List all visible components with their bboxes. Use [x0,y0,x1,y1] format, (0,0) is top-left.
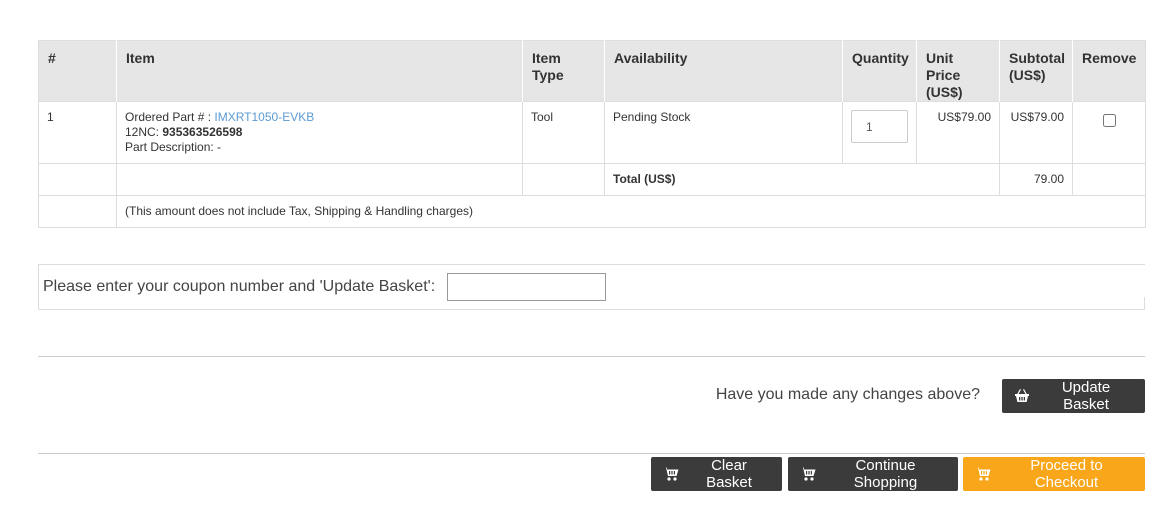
clear-basket-button[interactable]: Clear Basket [651,457,782,491]
header-subtotal: Subtotal (US$) [999,40,1073,102]
header-unit-price: Unit Price (US$) [916,40,1000,102]
coupon-input[interactable] [447,273,607,301]
charges-note: (This amount does not include Tax, Shipp… [116,195,1146,228]
ordered-part-label: Ordered Part # : [125,110,212,124]
header-remove: Remove [1072,40,1146,102]
row-subtotal: US$79.00 [999,101,1073,164]
total-value: 79.00 [999,163,1073,196]
coupon-label: Please enter your coupon number and 'Upd… [43,278,436,295]
cart-icon [663,467,679,481]
coupon-section: Please enter your coupon number and 'Upd… [38,264,1145,310]
total-label: Total (US$) [604,163,1000,196]
update-basket-label: Update Basket [1061,379,1111,413]
clear-basket-label: Clear Basket [706,457,752,491]
part-description: Part Description: - [125,140,222,154]
header-item: Item [116,40,523,102]
total-row: Total (US$) 79.00 [38,163,1146,196]
row-item-type: Tool [522,101,605,164]
nc-line: 12NC: 935363526598 [125,125,514,140]
table-header-row: # Item Item Type Availability Quantity U… [38,40,1146,102]
continue-shopping-button[interactable]: Continue Shopping [788,457,958,491]
note-row: (This amount does not include Tax, Shipp… [38,195,1146,228]
quantity-input[interactable] [851,110,908,143]
proceed-to-checkout-label: Proceed to Checkout [1030,457,1103,491]
row-num: 1 [38,101,117,164]
nc-label: 12NC: [125,125,160,139]
cart-icon [975,467,991,481]
table-row: 1 Ordered Part # : IMXRT1050-EVKB 12NC: … [38,101,1146,164]
part-number-link[interactable]: IMXRT1050-EVKB [214,110,314,124]
nc-value: 935363526598 [162,125,243,139]
header-num: # [38,40,117,102]
header-quantity: Quantity [842,40,917,102]
remove-checkbox[interactable] [1103,114,1116,127]
row-item-details: Ordered Part # : IMXRT1050-EVKB 12NC: 93… [116,101,523,164]
row-remove-cell [1072,101,1146,164]
divider [38,356,1145,357]
divider [38,453,1145,454]
continue-shopping-label: Continue Shopping [853,457,918,491]
basket-icon [1015,389,1029,402]
cart-icon [800,467,816,481]
changes-question: Have you made any changes above? [715,386,980,403]
row-availability: Pending Stock [604,101,843,164]
header-availability: Availability [604,40,843,102]
ordered-part-line: Ordered Part # : IMXRT1050-EVKB [125,110,514,125]
header-item-type: Item Type [522,40,605,102]
row-unit-price: US$79.00 [916,101,1000,164]
basket-table: # Item Item Type Availability Quantity U… [38,40,1146,228]
row-quantity-cell [842,101,917,164]
proceed-to-checkout-button[interactable]: Proceed to Checkout [963,457,1145,491]
update-basket-button[interactable]: Update Basket [1002,379,1145,413]
